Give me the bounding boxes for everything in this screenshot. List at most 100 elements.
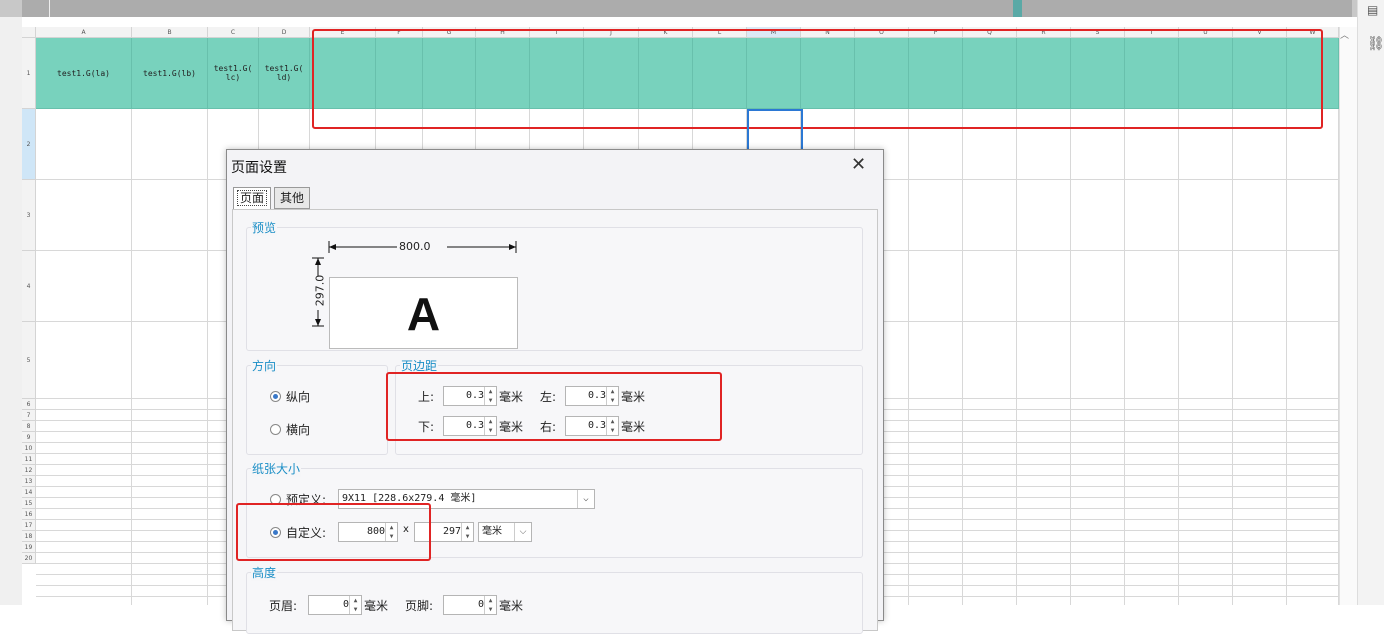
grid-cell[interactable]	[1179, 509, 1233, 520]
grid-cell[interactable]	[1125, 586, 1179, 597]
grid-cell[interactable]	[1125, 564, 1179, 575]
grid-cell[interactable]	[1287, 575, 1339, 586]
row-header[interactable]: 19	[22, 542, 36, 553]
column-header[interactable]: V	[1233, 27, 1287, 38]
header-cell[interactable]	[801, 38, 855, 109]
grid-cell[interactable]	[963, 109, 1017, 180]
grid-cell[interactable]	[1287, 410, 1339, 421]
grid-cell[interactable]	[1233, 443, 1287, 454]
link-icon[interactable]: ⛓	[1367, 36, 1384, 52]
row-header[interactable]: 2	[22, 109, 36, 180]
layers-icon[interactable]: ▤	[1367, 3, 1378, 17]
header-cell[interactable]	[376, 38, 423, 109]
grid-cell[interactable]	[36, 180, 132, 251]
grid-cell[interactable]	[1017, 421, 1071, 432]
grid-cell[interactable]	[1179, 322, 1233, 399]
grid-cell[interactable]	[1017, 443, 1071, 454]
column-header[interactable]: N	[801, 27, 855, 38]
predefined-radio[interactable]	[270, 494, 281, 505]
grid-cell[interactable]	[909, 443, 963, 454]
grid-cell[interactable]	[1287, 542, 1339, 553]
grid-cell[interactable]	[1287, 509, 1339, 520]
grid-cell[interactable]	[1071, 443, 1125, 454]
grid-cell[interactable]	[1017, 476, 1071, 487]
column-header[interactable]: F	[376, 27, 423, 38]
grid-cell[interactable]	[1233, 597, 1287, 605]
grid-cell[interactable]	[1017, 399, 1071, 410]
grid-cell[interactable]	[1071, 487, 1125, 498]
close-icon[interactable]: ✕	[851, 154, 866, 175]
header-cell[interactable]	[1287, 38, 1339, 109]
grid-cell[interactable]	[1233, 509, 1287, 520]
grid-cell[interactable]	[1017, 465, 1071, 476]
grid-cell[interactable]	[1287, 553, 1339, 564]
grid-cell[interactable]	[1071, 465, 1125, 476]
spin-arrows-icon[interactable]: ▲ ▼	[484, 596, 496, 614]
column-header[interactable]: A	[36, 27, 132, 38]
grid-cell[interactable]	[36, 597, 132, 605]
grid-cell[interactable]	[1017, 322, 1071, 399]
grid-cell[interactable]	[1233, 487, 1287, 498]
grid-cell[interactable]	[1071, 542, 1125, 553]
column-header[interactable]: P	[909, 27, 963, 38]
grid-cell[interactable]	[1179, 553, 1233, 564]
grid-cell[interactable]	[1125, 597, 1179, 605]
column-header[interactable]: B	[132, 27, 208, 38]
column-header[interactable]: K	[639, 27, 693, 38]
header-cell[interactable]	[310, 38, 376, 109]
grid-cell[interactable]	[132, 322, 208, 399]
grid-cell[interactable]	[1125, 109, 1179, 180]
header-cell[interactable]	[747, 38, 801, 109]
grid-cell[interactable]	[1179, 454, 1233, 465]
row-header[interactable]: 7	[22, 410, 36, 421]
grid-cell[interactable]	[909, 432, 963, 443]
row-header[interactable]: 18	[22, 531, 36, 542]
grid-cell[interactable]	[36, 454, 132, 465]
spin-arrows-icon[interactable]: ▲ ▼	[461, 523, 473, 541]
column-header[interactable]: L	[693, 27, 747, 38]
grid-cell[interactable]	[1125, 542, 1179, 553]
header-cell[interactable]	[530, 38, 584, 109]
header-cell[interactable]: test1.G( ld)	[259, 38, 310, 109]
grid-cell[interactable]	[963, 180, 1017, 251]
grid-cell[interactable]	[1179, 410, 1233, 421]
grid-cell[interactable]	[909, 399, 963, 410]
header-cell[interactable]	[909, 38, 963, 109]
grid-cell[interactable]	[1125, 520, 1179, 531]
grid-cell[interactable]	[1125, 465, 1179, 476]
grid-cell[interactable]	[1017, 520, 1071, 531]
grid-cell[interactable]	[132, 251, 208, 322]
spin-arrows-icon[interactable]: ▲ ▼	[385, 523, 397, 541]
grid-cell[interactable]	[36, 465, 132, 476]
grid-cell[interactable]	[36, 575, 132, 586]
grid-cell[interactable]	[1017, 509, 1071, 520]
column-header[interactable]: H	[476, 27, 530, 38]
grid-cell[interactable]	[909, 542, 963, 553]
column-header[interactable]: U	[1179, 27, 1233, 38]
column-header[interactable]: D	[259, 27, 310, 38]
grid-cell[interactable]	[1125, 251, 1179, 322]
grid-cell[interactable]	[1179, 531, 1233, 542]
grid-cell[interactable]	[1071, 586, 1125, 597]
tab-page[interactable]: 页面	[233, 187, 271, 209]
grid-cell[interactable]	[1179, 465, 1233, 476]
row-header[interactable]: 6	[22, 399, 36, 410]
chevron-down-icon[interactable]: ⌵	[577, 490, 594, 508]
grid-cell[interactable]	[1179, 564, 1233, 575]
grid-cell[interactable]	[36, 564, 132, 575]
grid-cell[interactable]	[1125, 575, 1179, 586]
grid-cell[interactable]	[36, 542, 132, 553]
grid-cell[interactable]	[132, 180, 208, 251]
grid-cell[interactable]	[1071, 454, 1125, 465]
grid-cell[interactable]	[963, 322, 1017, 399]
header-cell[interactable]	[963, 38, 1017, 109]
header-cell[interactable]	[1125, 38, 1179, 109]
grid-cell[interactable]	[1125, 498, 1179, 509]
grid-cell[interactable]	[132, 575, 208, 586]
grid-cell[interactable]	[36, 251, 132, 322]
grid-cell[interactable]	[36, 487, 132, 498]
grid-cell[interactable]	[909, 487, 963, 498]
grid-cell[interactable]	[36, 509, 132, 520]
header-cell[interactable]	[1071, 38, 1125, 109]
grid-cell[interactable]	[36, 432, 132, 443]
